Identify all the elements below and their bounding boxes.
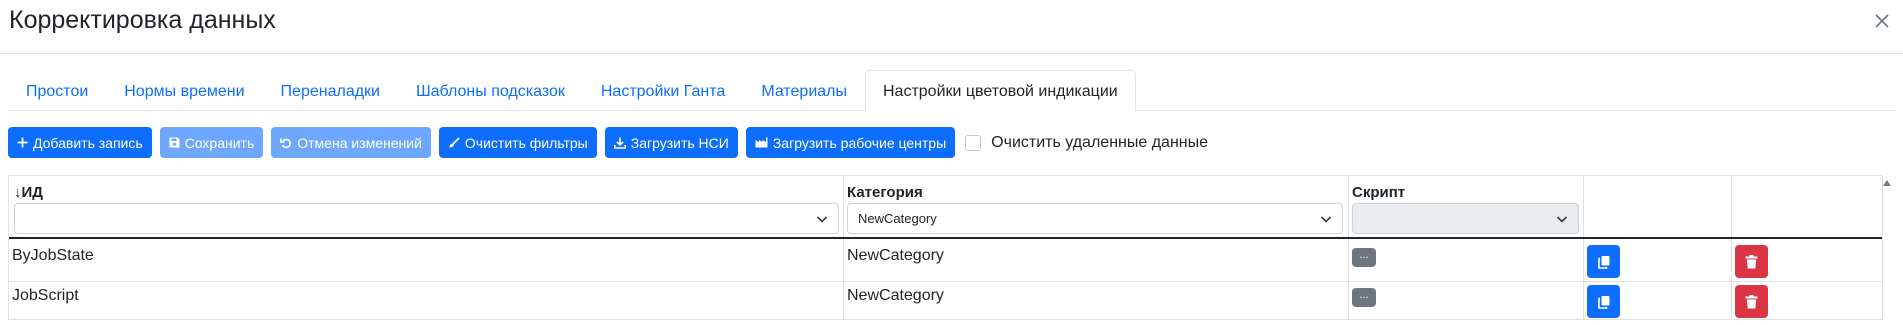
copy-button[interactable] xyxy=(1587,245,1620,278)
delete-button[interactable] xyxy=(1735,285,1768,318)
factory-icon xyxy=(755,137,768,148)
column-divider xyxy=(843,176,844,319)
save-button[interactable]: Сохранить xyxy=(159,127,264,158)
edit-script-button[interactable]: ... xyxy=(1352,288,1376,307)
tab-hint-templates[interactable]: Шаблоны подсказок xyxy=(398,70,583,111)
clear-deleted-option: Очистить удаленные данные xyxy=(965,134,1208,152)
clear-filters-label: Очистить фильтры xyxy=(464,134,588,151)
column-header-category[interactable]: Категория xyxy=(847,184,923,201)
close-button[interactable] xyxy=(1867,6,1897,36)
tab-color-indication[interactable]: Настройки цветовой индикации xyxy=(864,70,1136,112)
dialog-title: Корректировка данных xyxy=(9,6,276,34)
clear-deleted-label: Очистить удаленные данные xyxy=(991,133,1209,151)
tab-downtime[interactable]: Простои xyxy=(8,70,106,111)
chevron-down-icon xyxy=(1556,216,1568,223)
id-filter-select[interactable] xyxy=(14,203,839,234)
chevron-down-icon xyxy=(816,216,828,223)
category-filter-select[interactable]: NewCategory xyxy=(847,203,1343,234)
column-divider xyxy=(1348,176,1349,319)
undo-icon xyxy=(280,138,292,148)
brush-icon xyxy=(449,136,460,147)
cell-id: ByJobState xyxy=(12,247,94,264)
edit-script-button[interactable]: ... xyxy=(1352,248,1376,267)
cell-category: NewCategory xyxy=(847,247,944,264)
cancel-changes-button[interactable]: Отмена изменений xyxy=(271,127,431,158)
cell-id: JobScript xyxy=(12,287,79,304)
toolbar: Добавить запись Сохранить Отмена изменен… xyxy=(8,127,1208,158)
delete-button[interactable] xyxy=(1735,245,1768,278)
tab-materials[interactable]: Материалы xyxy=(743,70,865,111)
row-divider xyxy=(9,319,1882,320)
chevron-down-icon xyxy=(1320,216,1332,223)
tab-bar: Простои Нормы времени Переналадки Шаблон… xyxy=(8,70,1896,112)
add-record-button[interactable]: Добавить запись xyxy=(8,127,152,158)
scroll-up-arrow-icon[interactable] xyxy=(1881,177,1893,189)
header-bottom-border xyxy=(9,237,1882,239)
clear-deleted-checkbox[interactable] xyxy=(965,134,982,151)
column-header-script[interactable]: Скрипт xyxy=(1352,184,1405,201)
tab-time-norms[interactable]: Нормы времени xyxy=(106,70,262,111)
trash-icon xyxy=(1745,294,1758,308)
data-grid: ↓ИД Категория Скрипт NewCategory ByJobSt… xyxy=(8,175,1883,320)
tab-changeovers[interactable]: Переналадки xyxy=(263,70,398,111)
plus-icon xyxy=(17,137,28,148)
copy-icon xyxy=(1597,255,1609,269)
row-divider xyxy=(9,281,1882,282)
cancel-changes-label: Отмена изменений xyxy=(297,134,422,151)
copy-icon xyxy=(1597,295,1609,309)
floppy-icon xyxy=(169,137,180,148)
copy-button[interactable] xyxy=(1587,285,1620,318)
download-icon xyxy=(613,137,626,149)
tab-gantt-settings[interactable]: Настройки Ганта xyxy=(583,70,743,111)
load-workcenters-button[interactable]: Загрузить рабочие центры xyxy=(745,127,956,158)
script-filter-select[interactable] xyxy=(1352,203,1579,234)
clear-filters-button[interactable]: Очистить фильтры xyxy=(438,127,597,158)
trash-icon xyxy=(1745,254,1758,268)
header-divider xyxy=(0,53,1903,54)
load-nsi-button[interactable]: Загрузить НСИ xyxy=(604,127,738,158)
column-header-id[interactable]: ↓ИД xyxy=(14,184,43,201)
load-nsi-label: Загрузить НСИ xyxy=(630,134,729,151)
save-label: Сохранить xyxy=(184,134,255,151)
cell-category: NewCategory xyxy=(847,287,944,304)
add-record-label: Добавить запись xyxy=(33,134,143,151)
close-icon xyxy=(1875,14,1889,28)
category-filter-value: NewCategory xyxy=(858,211,937,226)
load-workcenters-label: Загрузить рабочие центры xyxy=(772,134,947,151)
column-divider xyxy=(1731,176,1732,319)
column-divider xyxy=(1583,176,1584,319)
